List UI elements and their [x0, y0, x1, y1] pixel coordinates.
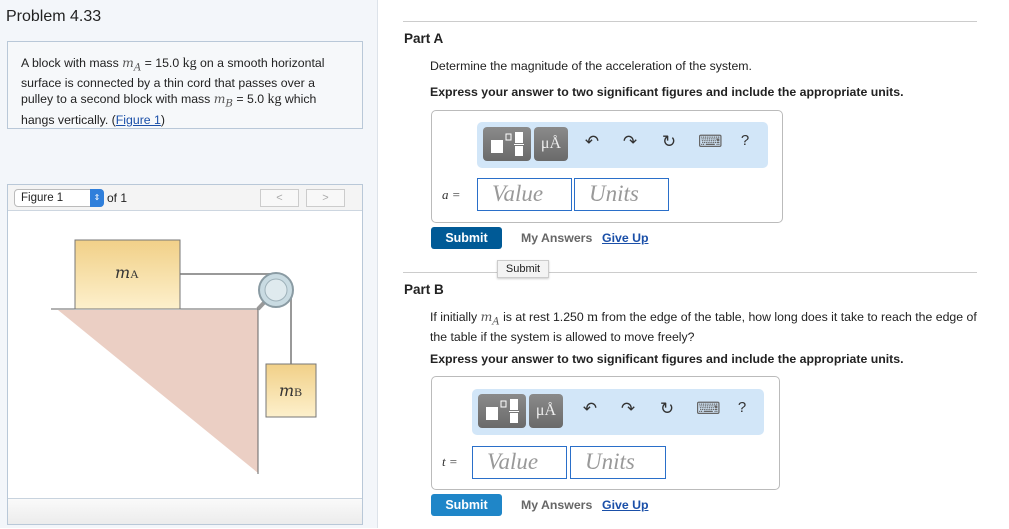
label-mb: mB — [279, 381, 302, 400]
var-ma: mA — [480, 310, 500, 328]
sub: B — [294, 385, 303, 399]
part-a-title: Part A — [404, 31, 444, 46]
divider — [403, 21, 977, 22]
my-answers-label: My Answers — [521, 498, 593, 512]
reset-icon[interactable]: ↻ — [659, 132, 679, 152]
math-toolbar: μÅ ↶ ↷ ↻ ⌨ ? — [477, 122, 768, 168]
table — [58, 310, 258, 473]
help-icon[interactable]: ? — [732, 399, 752, 416]
redo-icon[interactable]: ↷ — [618, 399, 638, 419]
templates-icon — [486, 399, 519, 423]
part-b-title: Part B — [404, 282, 444, 297]
part-a-submit-button[interactable]: Submit — [431, 227, 502, 249]
reset-icon[interactable]: ↻ — [657, 399, 677, 419]
m: m — [279, 381, 295, 400]
part-b-instruction: Express your answer to two significant f… — [430, 352, 904, 366]
part-b-submit-button[interactable]: Submit — [431, 494, 502, 516]
undo-icon[interactable]: ↶ — [580, 399, 600, 419]
my-answers-label: My Answers — [521, 231, 593, 245]
part-b-answer-box: μÅ ↶ ↷ ↻ ⌨ ? t = Value Units — [431, 376, 780, 490]
pulley-inner — [264, 278, 288, 302]
text: is at rest 1.250 — [499, 310, 588, 324]
sub: A — [492, 315, 500, 328]
m: m — [480, 310, 493, 324]
keyboard-icon[interactable]: ⌨ — [696, 399, 721, 419]
submit-tooltip: Submit — [497, 260, 549, 278]
templates-icon — [491, 132, 524, 156]
units-button[interactable]: μÅ — [529, 394, 563, 428]
units-button[interactable]: μÅ — [534, 127, 568, 161]
sub: A — [130, 267, 139, 281]
undo-icon[interactable]: ↶ — [582, 132, 602, 152]
units-input[interactable]: Units — [570, 446, 666, 479]
value-input[interactable]: Value — [477, 178, 572, 211]
math-toolbar: μÅ ↶ ↷ ↻ ⌨ ? — [472, 389, 764, 435]
label-ma: mA — [115, 263, 139, 282]
give-up-link[interactable]: Give Up — [602, 498, 648, 512]
keyboard-icon[interactable]: ⌨ — [698, 132, 723, 152]
units-input[interactable]: Units — [574, 178, 669, 211]
redo-icon[interactable]: ↷ — [620, 132, 640, 152]
figure-panel: Figure 1 ⇕ of 1 < > mA mB — [7, 184, 363, 525]
help-icon[interactable]: ? — [735, 132, 755, 149]
figure-diagram — [51, 239, 317, 474]
figure-footer — [8, 498, 362, 524]
part-a-answer-box: μÅ ↶ ↷ ↻ ⌨ ? a = Value Units — [431, 110, 783, 223]
templates-button[interactable] — [483, 127, 531, 161]
templates-button[interactable] — [478, 394, 526, 428]
divider — [403, 272, 977, 273]
give-up-link[interactable]: Give Up — [602, 231, 648, 245]
value-input[interactable]: Value — [472, 446, 567, 479]
variable-label: t = — [442, 454, 458, 469]
unit-m: m — [587, 310, 599, 325]
part-a-question: Determine the magnitude of the accelerat… — [430, 59, 752, 73]
m: m — [115, 263, 131, 282]
part-b-question: If initially mA is at rest 1.250 m from … — [430, 309, 980, 345]
part-a-instruction: Express your answer to two significant f… — [430, 85, 904, 99]
left-panel: Problem 4.33 A block with mass mA = 15.0… — [0, 0, 378, 528]
text: If initially — [430, 310, 481, 324]
variable-label: a = — [442, 187, 461, 202]
